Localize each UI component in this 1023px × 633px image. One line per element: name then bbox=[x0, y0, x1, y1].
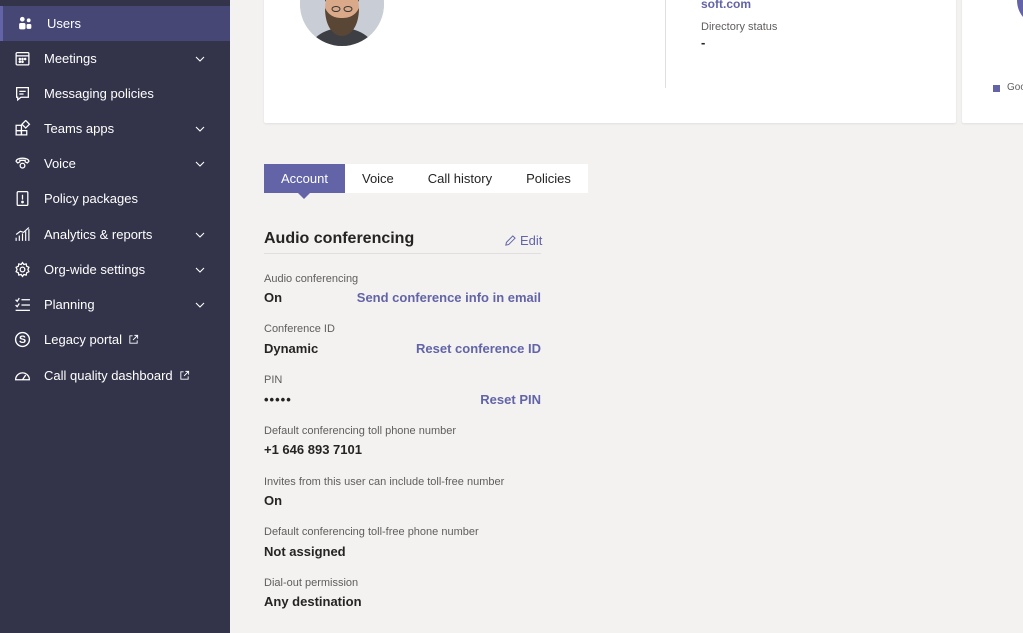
sidebar-item-label: Org-wide settings bbox=[44, 262, 146, 277]
usage-chart-card: Goo bbox=[962, 0, 1023, 123]
field-label: Conference ID bbox=[264, 323, 335, 335]
user-profile-card: soft.com Directory status - bbox=[264, 0, 956, 123]
sidebar-item-label: Messaging policies bbox=[44, 86, 154, 101]
external-link-icon bbox=[180, 370, 189, 380]
sidebar-item-label: Meetings bbox=[44, 51, 97, 66]
sidebar-item-label: Policy packages bbox=[44, 191, 138, 206]
tab-call-history[interactable]: Call history bbox=[411, 164, 509, 193]
sidebar-item-teams-apps[interactable]: Teams apps bbox=[0, 111, 230, 146]
legend-swatch bbox=[993, 85, 1000, 92]
avatar bbox=[300, 0, 384, 46]
donut-chart-fragment bbox=[1017, 0, 1023, 17]
chevron-down-icon[interactable] bbox=[194, 158, 206, 170]
send-conference-info-link[interactable]: Send conference info in email bbox=[357, 290, 541, 305]
field-label: Default conferencing toll phone number bbox=[264, 425, 457, 437]
reset-conference-id-link[interactable]: Reset conference ID bbox=[416, 341, 541, 356]
card-divider bbox=[665, 0, 666, 88]
chevron-down-icon[interactable] bbox=[194, 53, 206, 65]
sidebar-item-org-wide-settings[interactable]: Org-wide settings bbox=[0, 252, 230, 287]
reset-pin-link[interactable]: Reset PIN bbox=[480, 392, 541, 407]
calendar-icon bbox=[13, 50, 31, 68]
field-value: Any destination bbox=[264, 594, 362, 609]
field-value: On bbox=[264, 290, 283, 305]
sidebar-item-planning[interactable]: Planning bbox=[0, 287, 230, 322]
field-value: ••••• bbox=[264, 392, 292, 407]
checklist-icon bbox=[13, 296, 31, 314]
field-value: On bbox=[264, 493, 283, 508]
sidebar-item-meetings[interactable]: Meetings bbox=[0, 41, 230, 76]
field-label: Default conferencing toll-free phone num… bbox=[264, 526, 479, 538]
sidebar-item-label: Analytics & reports bbox=[44, 227, 153, 242]
gauge-icon bbox=[13, 367, 31, 385]
tab-voice[interactable]: Voice bbox=[345, 164, 411, 193]
skype-icon: S bbox=[13, 331, 31, 349]
sidebar-item-messaging-policies[interactable]: Messaging policies bbox=[0, 76, 230, 111]
field-label: Dial-out permission bbox=[264, 577, 359, 589]
settings-gear-icon bbox=[13, 261, 31, 279]
field-label: PIN bbox=[264, 374, 283, 386]
sidebar-item-call-quality-dashboard[interactable]: Call quality dashboard bbox=[0, 358, 230, 393]
edit-label: Edit bbox=[520, 233, 543, 248]
message-icon bbox=[13, 85, 31, 103]
sidebar-item-policy-packages[interactable]: Policy packages bbox=[0, 181, 230, 216]
users-icon bbox=[16, 15, 34, 33]
chevron-down-icon[interactable] bbox=[194, 229, 206, 241]
tab-account[interactable]: Account bbox=[264, 164, 345, 199]
field-value: Not assigned bbox=[264, 544, 346, 559]
chevron-down-icon[interactable] bbox=[194, 299, 206, 311]
field-value: Dynamic bbox=[264, 341, 319, 356]
left-navigation: Users Meetings Messaging policies Teams … bbox=[0, 0, 230, 633]
svg-text:S: S bbox=[18, 334, 25, 346]
sidebar-item-label: Legacy portal bbox=[44, 332, 123, 347]
section-title: Audio conferencing bbox=[264, 230, 415, 247]
field-value: +1 646 893 7101 bbox=[264, 442, 362, 457]
sidebar-item-label: Call quality dashboard bbox=[44, 368, 173, 383]
tab-policies[interactable]: Policies bbox=[509, 164, 588, 193]
sidebar-item-label: Teams apps bbox=[44, 121, 115, 136]
sidebar-item-label: Voice bbox=[44, 156, 76, 171]
user-email-link[interactable]: soft.com bbox=[701, 0, 751, 11]
apps-icon bbox=[13, 120, 31, 138]
pencil-icon bbox=[505, 235, 516, 246]
directory-status-value: - bbox=[701, 35, 706, 50]
user-detail-tabs: Account Voice Call history Policies bbox=[264, 164, 588, 199]
sidebar-item-voice[interactable]: Voice bbox=[0, 146, 230, 181]
sidebar-item-label: Planning bbox=[44, 297, 95, 312]
chevron-down-icon[interactable] bbox=[194, 264, 206, 276]
external-link-icon bbox=[129, 334, 139, 344]
sidebar-item-legacy-portal[interactable]: S Legacy portal bbox=[0, 322, 230, 357]
directory-status-label: Directory status bbox=[701, 21, 778, 33]
sidebar-item-analytics-reports[interactable]: Analytics & reports bbox=[0, 217, 230, 252]
sidebar-item-label: Users bbox=[47, 16, 81, 31]
phone-icon bbox=[13, 155, 31, 173]
edit-button[interactable]: Edit bbox=[504, 233, 542, 248]
section-divider bbox=[264, 253, 541, 254]
field-label: Invites from this user can include toll-… bbox=[264, 476, 505, 488]
sidebar-item-users[interactable]: Users bbox=[0, 6, 230, 41]
legend-label: Goo bbox=[1007, 82, 1023, 93]
chevron-down-icon[interactable] bbox=[194, 123, 206, 135]
analytics-icon bbox=[13, 226, 31, 244]
policy-package-icon bbox=[13, 190, 31, 208]
field-label: Audio conferencing bbox=[264, 273, 359, 285]
